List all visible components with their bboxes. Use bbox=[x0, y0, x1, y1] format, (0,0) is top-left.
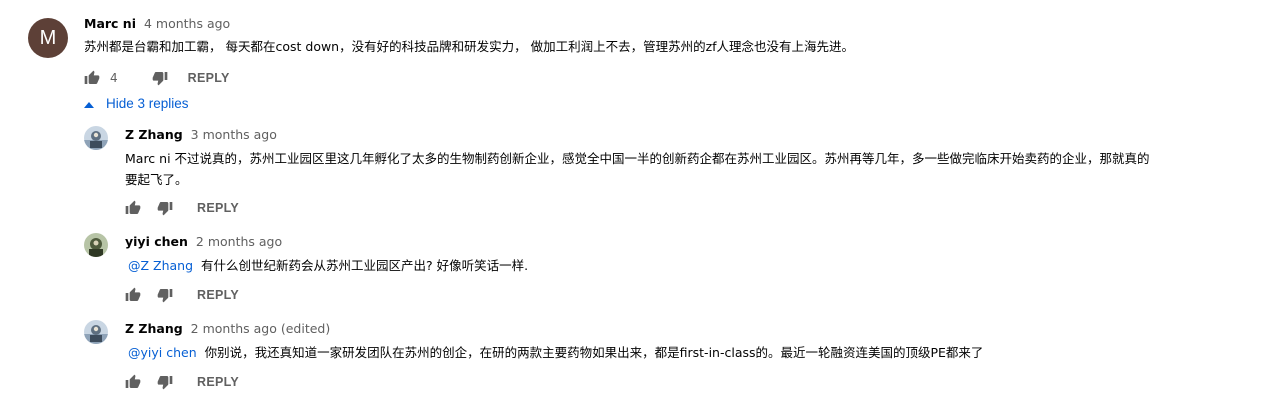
timestamp[interactable]: 2 months ago bbox=[196, 234, 282, 249]
comment-header: Marc ni 4 months ago bbox=[84, 16, 230, 31]
reply-actions: REPLY bbox=[125, 285, 239, 305]
timestamp[interactable]: 2 months ago (edited) bbox=[191, 321, 331, 336]
reply-button[interactable]: REPLY bbox=[197, 375, 239, 389]
timestamp[interactable]: 4 months ago bbox=[144, 16, 230, 31]
author-name[interactable]: Z Zhang bbox=[125, 321, 183, 336]
thumbs-up-icon[interactable] bbox=[125, 374, 141, 390]
reply-header: Z Zhang 3 months ago bbox=[125, 127, 277, 142]
comment-text: 苏州都是台霸和加工霸， 每天都在cost down，没有好的科技品牌和研发实力，… bbox=[84, 39, 855, 54]
thumbs-up-icon[interactable] bbox=[84, 70, 100, 86]
avatar[interactable] bbox=[84, 233, 108, 257]
mention-link[interactable]: @yiyi chen bbox=[128, 345, 197, 360]
reply-button[interactable]: REPLY bbox=[188, 71, 230, 85]
reply-button[interactable]: REPLY bbox=[197, 288, 239, 302]
avatar[interactable]: M bbox=[28, 18, 68, 58]
hide-replies-button[interactable]: Hide 3 replies bbox=[84, 96, 189, 111]
reply-actions: REPLY bbox=[125, 198, 239, 218]
reply-actions: REPLY bbox=[125, 372, 239, 392]
thumbs-down-icon[interactable] bbox=[152, 70, 168, 86]
reply-text-line-1: Marc ni 不过说真的，苏州工业园区里这几年孵化了太多的生物制药创新企业，感… bbox=[125, 151, 1150, 166]
like-count: 4 bbox=[110, 71, 118, 85]
reply-text-content: 你别说，我还真知道一家研发团队在苏州的创企，在研的两款主要药物如果出来，都是fi… bbox=[204, 345, 984, 360]
reply-text-content: 有什么创世纪新药会从苏州工业园区产出? 好像听笑话一样. bbox=[201, 258, 529, 273]
caret-up-icon bbox=[84, 96, 94, 111]
avatar-image bbox=[84, 126, 108, 150]
thumbs-up-icon[interactable] bbox=[125, 287, 141, 303]
avatar-letter: M bbox=[39, 26, 57, 49]
reply-header: yiyi chen 2 months ago bbox=[125, 234, 282, 249]
reply-button[interactable]: REPLY bbox=[197, 201, 239, 215]
mention-link[interactable]: @Z Zhang bbox=[128, 258, 193, 273]
reply-text: Marc ni 不过说真的，苏州工业园区里这几年孵化了太多的生物制药创新企业，感… bbox=[125, 148, 1270, 190]
reply-header: Z Zhang 2 months ago (edited) bbox=[125, 321, 330, 336]
avatar[interactable] bbox=[84, 126, 108, 150]
reply-text: @yiyi chen 你别说，我还真知道一家研发团队在苏州的创企，在研的两款主要药… bbox=[128, 342, 1268, 363]
reply-text: @Z Zhang 有什么创世纪新药会从苏州工业园区产出? 好像听笑话一样. bbox=[128, 255, 1268, 276]
thumbs-down-icon[interactable] bbox=[157, 374, 173, 390]
timestamp[interactable]: 3 months ago bbox=[191, 127, 277, 142]
comment-actions: 4 REPLY bbox=[84, 68, 230, 88]
thumbs-down-icon[interactable] bbox=[157, 287, 173, 303]
avatar[interactable] bbox=[84, 320, 108, 344]
avatar-image bbox=[84, 233, 108, 257]
reply-text-line-2: 要起飞了。 bbox=[125, 172, 188, 187]
thumbs-down-icon[interactable] bbox=[157, 200, 173, 216]
hide-replies-label: Hide 3 replies bbox=[106, 96, 189, 111]
thumbs-up-icon[interactable] bbox=[125, 200, 141, 216]
author-name[interactable]: Marc ni bbox=[84, 16, 136, 31]
avatar-image bbox=[84, 320, 108, 344]
author-name[interactable]: yiyi chen bbox=[125, 234, 188, 249]
author-name[interactable]: Z Zhang bbox=[125, 127, 183, 142]
